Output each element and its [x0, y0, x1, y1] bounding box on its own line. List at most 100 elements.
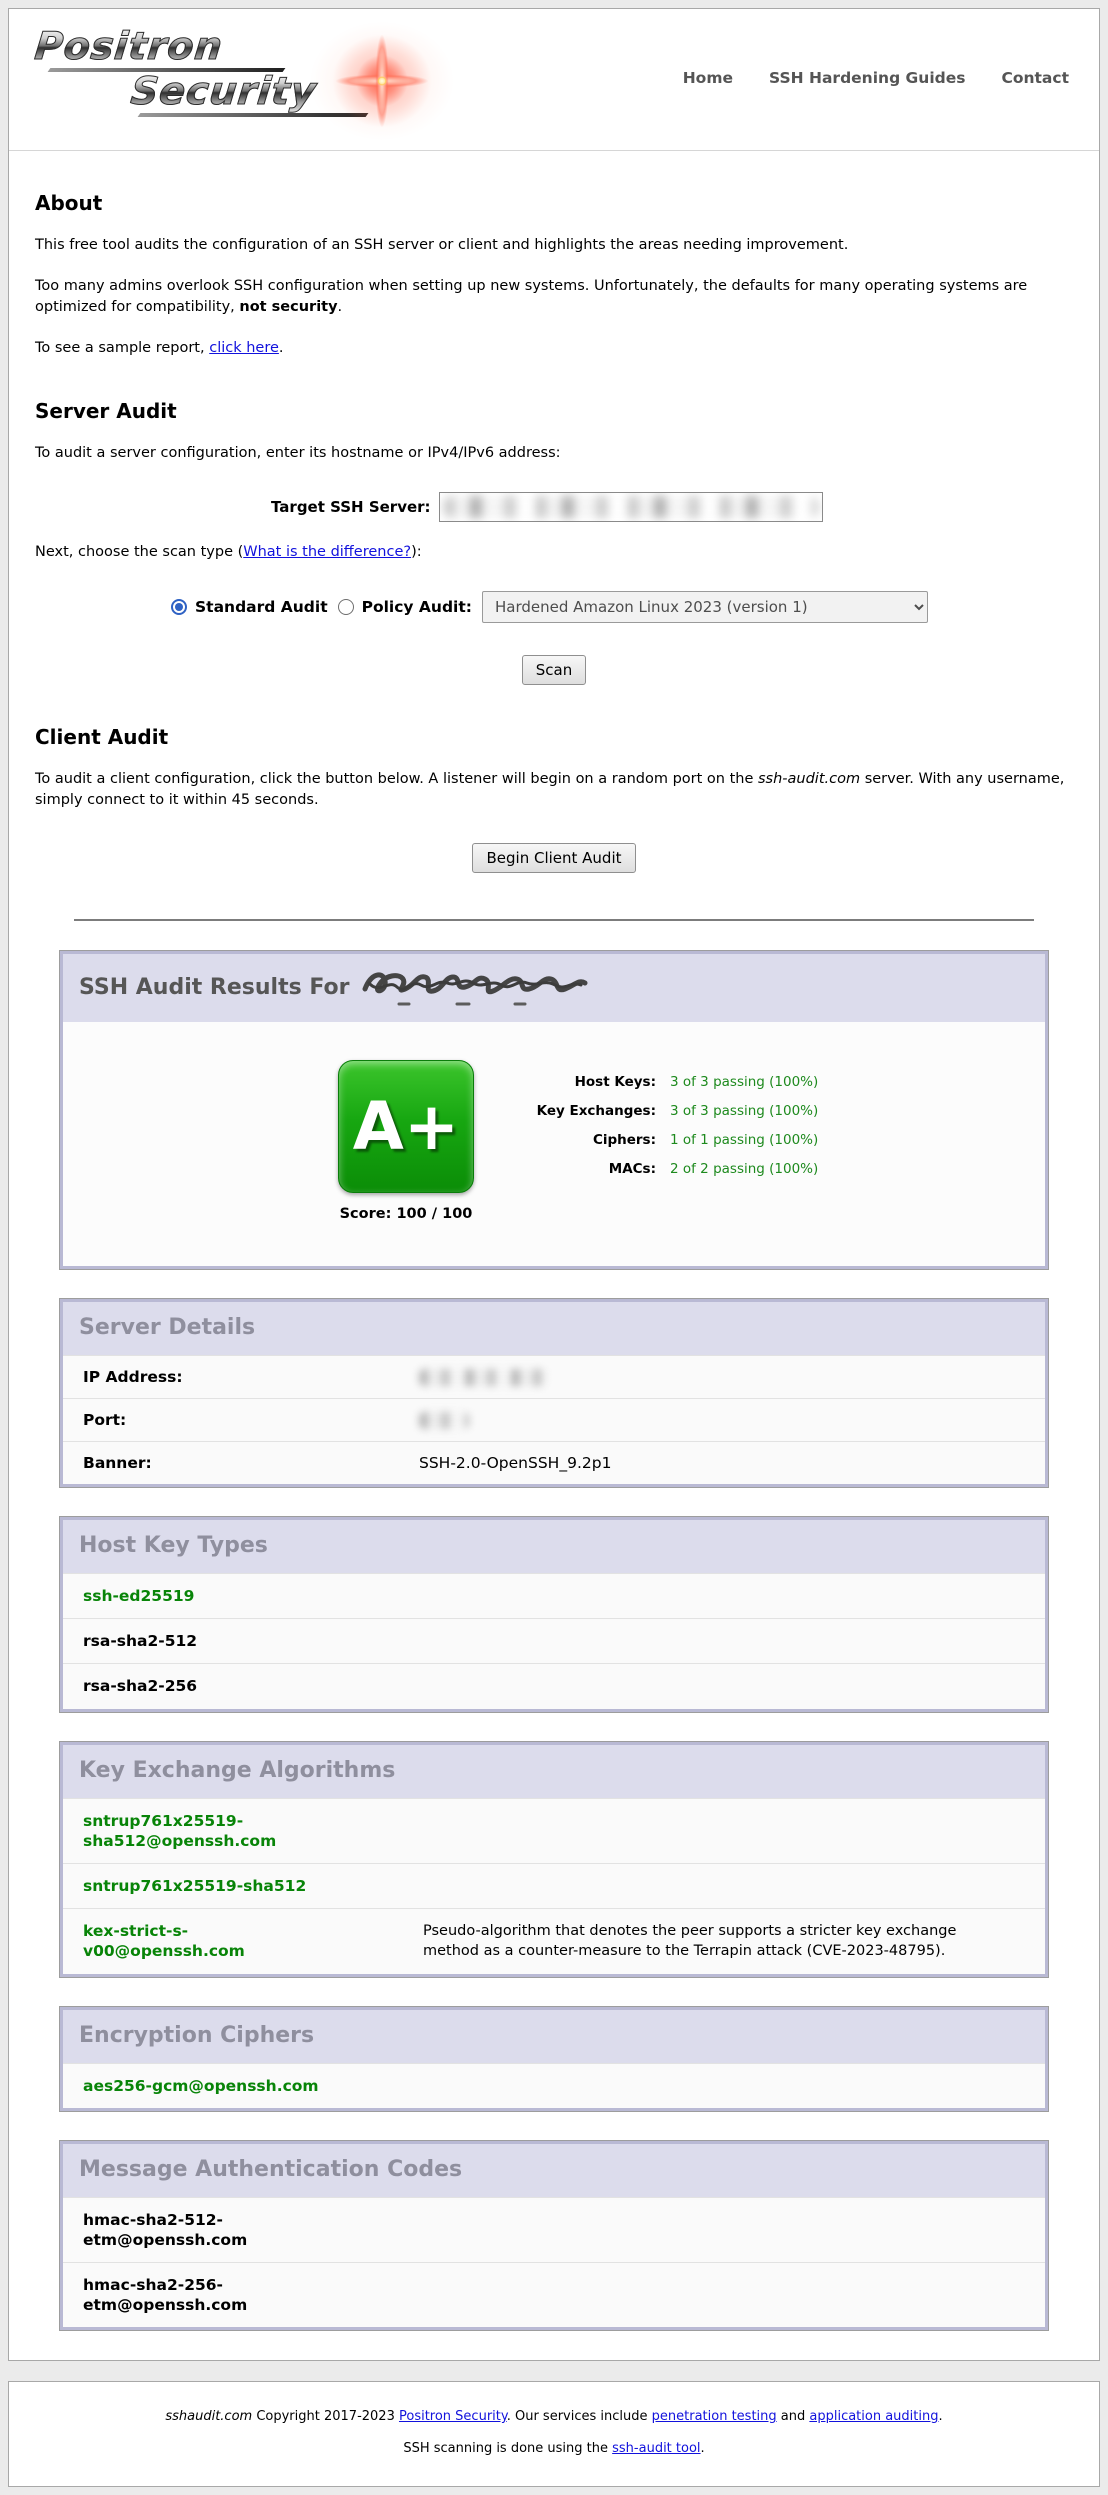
- footer-copyright-text: Copyright 2017-2023: [252, 2409, 399, 2424]
- mac-row: hmac-sha2-256-etm@openssh.com: [63, 2262, 1045, 2327]
- scan-type-text-end: ):: [411, 544, 422, 560]
- footer-line-2: SSH scanning is done using the ssh-audit…: [19, 2441, 1089, 2456]
- about-paragraph-2: Too many admins overlook SSH configurati…: [35, 276, 1073, 318]
- main-content-card: Positron Security Home SSH Hardening Gui…: [8, 8, 1100, 2361]
- grade-badge: A+: [338, 1060, 474, 1193]
- grade-column: A+ Score: 100 / 100: [331, 1060, 481, 1222]
- server-audit-instructions: To audit a server configuration, enter i…: [35, 443, 1073, 464]
- main-nav: Home SSH Hardening Guides Contact: [683, 69, 1069, 87]
- stat-value-key-exchanges: 3 of 3 passing (100%): [670, 1103, 818, 1119]
- host-key-name: ssh-ed25519: [83, 1586, 345, 1606]
- server-detail-row-banner: Banner: SSH-2.0-OpenSSH_9.2p1: [63, 1441, 1045, 1484]
- cipher-row: aes256-gcm@openssh.com: [63, 2063, 1045, 2108]
- score-text: Score: 100 / 100: [340, 1206, 473, 1222]
- stat-label-ciphers: Ciphers:: [481, 1132, 656, 1148]
- site-footer: sshaudit.com Copyright 2017-2023 Positro…: [8, 2381, 1100, 2487]
- policy-audit-radio[interactable]: [338, 599, 354, 615]
- server-details-panel: Server Details IP Address: Port: Banner:…: [60, 1299, 1048, 1487]
- about-heading: About: [35, 191, 1073, 215]
- footer-positron-link[interactable]: Positron Security: [399, 2409, 507, 2424]
- standard-audit-radio[interactable]: [171, 599, 187, 615]
- standard-audit-label[interactable]: Standard Audit: [195, 598, 328, 616]
- ip-address-label: IP Address:: [83, 1368, 419, 1386]
- mac-name: hmac-sha2-256-etm@openssh.com: [83, 2275, 345, 2315]
- kex-name: kex-strict-s-v00@openssh.com: [83, 1921, 345, 1961]
- stat-label-macs: MACs:: [481, 1161, 656, 1177]
- page: Positron Security Home SSH Hardening Gui…: [0, 0, 1108, 2495]
- host-key-name: rsa-sha2-256: [83, 1676, 345, 1696]
- server-details-header: Server Details: [63, 1302, 1045, 1355]
- server-audit-heading: Server Audit: [35, 399, 1073, 423]
- stat-value-macs: 2 of 2 passing (100%): [670, 1161, 818, 1177]
- host-key-row: rsa-sha2-256: [63, 1663, 1045, 1708]
- footer-and-text: and: [777, 2409, 810, 2424]
- not-security-emphasis: not security: [239, 299, 337, 315]
- mac-row: hmac-sha2-512-etm@openssh.com: [63, 2197, 1045, 2262]
- client-audit-paragraph: To audit a client configuration, click t…: [35, 769, 1073, 811]
- sample-report-period: .: [279, 340, 284, 356]
- section-divider: [74, 919, 1034, 921]
- footer-pentest-link[interactable]: penetration testing: [652, 2409, 777, 2424]
- scan-button[interactable]: Scan: [522, 655, 586, 685]
- stat-label-key-exchanges: Key Exchanges:: [481, 1103, 656, 1119]
- footer-auditing-link[interactable]: application auditing: [809, 2409, 938, 2424]
- scan-type-line: Next, choose the scan type (What is the …: [35, 542, 1073, 563]
- cipher-name: aes256-gcm@openssh.com: [83, 2076, 345, 2096]
- logo-underline-2: [138, 113, 369, 117]
- sample-report-text: To see a sample report,: [35, 340, 209, 356]
- kex-name: sntrup761x25519-sha512: [83, 1876, 345, 1896]
- mac-name: hmac-sha2-512-etm@openssh.com: [83, 2210, 345, 2250]
- logo-text-security: Security: [129, 72, 319, 112]
- stat-value-host-keys: 3 of 3 passing (100%): [670, 1074, 818, 1090]
- results-stats: Host Keys: 3 of 3 passing (100%) Key Exc…: [481, 1074, 818, 1177]
- target-ssh-server-input[interactable]: [439, 492, 823, 522]
- footer-ssh-audit-tool-link[interactable]: ssh-audit tool: [612, 2441, 700, 2456]
- banner-value: SSH-2.0-OpenSSH_9.2p1: [419, 1454, 1025, 1472]
- about-paragraph-3: To see a sample report, click here.: [35, 338, 1073, 359]
- key-exchange-header: Key Exchange Algorithms: [63, 1745, 1045, 1798]
- stat-label-host-keys: Host Keys:: [481, 1074, 656, 1090]
- encryption-ciphers-panel: Encryption Ciphers aes256-gcm@openssh.co…: [60, 2007, 1048, 2111]
- sample-report-link[interactable]: click here: [209, 340, 279, 356]
- redacted-port-value: [419, 1412, 469, 1429]
- results-panel-title: SSH Audit Results For: [79, 975, 349, 1000]
- server-detail-row-port: Port:: [63, 1398, 1045, 1441]
- ssh-audit-results-panel: SSH Audit Results For A+ Score: 100 / 10…: [60, 951, 1048, 1269]
- results-panel-header: SSH Audit Results For: [63, 954, 1045, 1022]
- client-audit-text: To audit a client configuration, click t…: [35, 771, 758, 787]
- footer-line-1: sshaudit.com Copyright 2017-2023 Positro…: [19, 2409, 1089, 2424]
- scan-type-difference-link[interactable]: What is the difference?: [243, 544, 411, 560]
- port-label: Port:: [83, 1411, 419, 1429]
- client-audit-heading: Client Audit: [35, 725, 1073, 749]
- site-logo[interactable]: Positron Security: [35, 27, 367, 117]
- macs-panel: Message Authentication Codes hmac-sha2-5…: [60, 2141, 1048, 2331]
- policy-audit-label[interactable]: Policy Audit:: [362, 598, 472, 616]
- macs-header: Message Authentication Codes: [63, 2144, 1045, 2197]
- kex-row: sntrup761x25519-sha512: [63, 1863, 1045, 1908]
- results-panel-body: A+ Score: 100 / 100 Host Keys: 3 of 3 pa…: [63, 1022, 1045, 1266]
- nav-contact[interactable]: Contact: [1001, 69, 1069, 87]
- host-key-row: ssh-ed25519: [63, 1573, 1045, 1618]
- kex-row: sntrup761x25519-sha512@openssh.com: [63, 1798, 1045, 1863]
- policy-audit-select[interactable]: Hardened Amazon Linux 2023 (version 1): [482, 591, 928, 623]
- banner-label: Banner:: [83, 1454, 419, 1472]
- target-ssh-server-label: Target SSH Server:: [271, 498, 431, 516]
- begin-client-audit-button[interactable]: Begin Client Audit: [472, 843, 635, 873]
- footer-scanning-text: SSH scanning is done using the: [403, 2441, 612, 2456]
- site-header: Positron Security Home SSH Hardening Gui…: [9, 9, 1099, 151]
- scan-type-text: Next, choose the scan type (: [35, 544, 243, 560]
- footer-services-text: . Our services include: [507, 2409, 652, 2424]
- redacted-target-value: [444, 496, 818, 518]
- nav-home[interactable]: Home: [683, 69, 733, 87]
- footer-domain: sshaudit.com: [165, 2409, 252, 2424]
- about-p2-period: .: [338, 299, 343, 315]
- nav-ssh-hardening-guides[interactable]: SSH Hardening Guides: [769, 69, 965, 87]
- scan-type-radio-row: Standard Audit Policy Audit: Hardened Am…: [171, 591, 1073, 623]
- ip-address-value: [419, 1368, 1025, 1386]
- port-value: [419, 1411, 1025, 1429]
- about-p1-text: This free tool audits the configuration …: [35, 237, 848, 253]
- kex-terrapin-note: Pseudo-algorithm that denotes the peer s…: [423, 1921, 971, 1962]
- logo-text-positron: Positron: [33, 27, 225, 67]
- host-key-row: rsa-sha2-512: [63, 1618, 1045, 1663]
- about-paragraph-1: This free tool audits the configuration …: [35, 235, 1073, 256]
